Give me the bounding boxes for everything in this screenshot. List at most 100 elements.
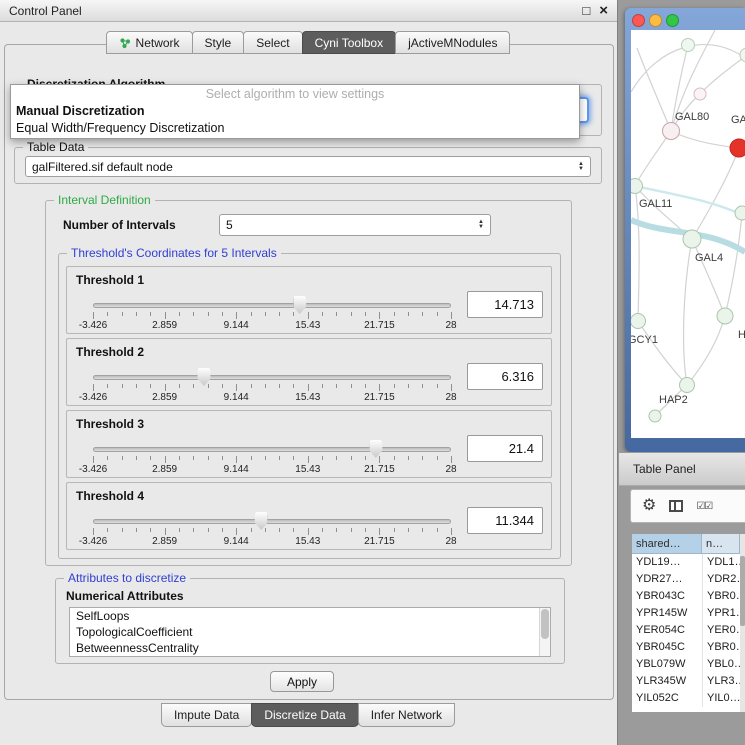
threshold-slider[interactable]: -3.4262.8599.14415.4321.71528 <box>93 483 451 551</box>
threshold-slider[interactable]: -3.4262.8599.14415.4321.71528 <box>93 339 451 407</box>
cell-name: YDL1… <box>702 554 740 571</box>
tick-mark <box>165 312 166 319</box>
attribute-list-item[interactable]: TopologicalCoefficient <box>70 624 550 640</box>
threshold-panel-threshold-4: Threshold 4-3.4262.8599.14415.4321.71528… <box>66 482 552 550</box>
slider-ticks <box>93 384 451 392</box>
row-select-icon[interactable]: ☑☑ <box>696 501 712 512</box>
dropdown-item-select-algorithm-to-view-setti[interactable]: Select algorithm to view settings <box>11 86 579 103</box>
table-row[interactable]: YBL079WYBL0… <box>632 656 745 673</box>
network-node-gcy1[interactable] <box>631 314 646 329</box>
number-of-intervals-combobox[interactable]: 5 ▲▼ <box>219 214 491 236</box>
list-scrollbar-thumb[interactable] <box>541 609 549 639</box>
axis-label: -3.426 <box>79 392 107 403</box>
dropdown-item-equal-width-frequency-discreti[interactable]: Equal Width/Frequency Discretization <box>11 120 579 137</box>
dropdown-item-manual-discretization[interactable]: Manual Discretization <box>11 103 579 120</box>
table-row[interactable]: YDR27…YDR2… <box>632 571 745 588</box>
settings-gear-icon[interactable]: ⚙ <box>642 498 656 514</box>
tick-mark <box>451 528 452 535</box>
close-window-icon[interactable]: × <box>599 4 608 18</box>
tick-mark <box>265 384 266 388</box>
tick-mark <box>408 456 409 460</box>
network-node-hap2[interactable] <box>680 378 695 393</box>
threshold-panel-threshold-3: Threshold 3-3.4262.8599.14415.4321.71528… <box>66 410 552 478</box>
tick-mark <box>122 528 123 532</box>
numerical-attributes-list[interactable]: SelfLoopsTopologicalCoefficientBetweenne… <box>69 607 551 657</box>
threshold-value-field[interactable]: 21.4 <box>467 435 543 462</box>
network-node[interactable] <box>735 206 745 220</box>
network-node-label: H <box>738 329 745 341</box>
control-panel-window: Control Panel □ × NetworkStyleSelectCyni… <box>0 0 618 745</box>
table-row[interactable]: YBR043CYBR0… <box>632 588 745 605</box>
threshold-panels: Threshold 1-3.4262.8599.14415.4321.71528… <box>66 266 552 554</box>
network-node-label: GAL11 <box>639 198 672 210</box>
network-node-gal80[interactable] <box>663 123 680 140</box>
threshold-slider[interactable]: -3.4262.8599.14415.4321.71528 <box>93 411 451 479</box>
tab-jactivemnodules[interactable]: jActiveMNodules <box>395 31 510 54</box>
network-edge <box>692 148 739 239</box>
column-visibility-icon[interactable] <box>669 500 683 512</box>
tick-mark <box>279 456 280 460</box>
table-row[interactable]: YBR045CYBR0… <box>632 639 745 656</box>
tab-discretize-data[interactable]: Discretize Data <box>251 703 358 727</box>
tick-mark <box>93 456 94 463</box>
number-of-intervals-value: 5 <box>226 218 474 232</box>
apply-button[interactable]: Apply <box>270 671 334 692</box>
mac-zoom-button[interactable] <box>666 14 679 27</box>
tab-cyni-toolbox[interactable]: Cyni Toolbox <box>302 31 396 54</box>
tab-network[interactable]: Network <box>106 31 193 54</box>
tick-mark <box>165 384 166 391</box>
window-title: Control Panel <box>9 4 82 18</box>
table-scrollbar-thumb[interactable] <box>740 556 745 626</box>
slider-track <box>93 375 451 380</box>
tick-mark <box>351 456 352 460</box>
cell-shared-name: YBR043C <box>632 588 702 605</box>
tick-mark <box>336 312 337 316</box>
axis-label: 9.144 <box>224 464 249 475</box>
network-node-h[interactable] <box>717 308 733 324</box>
attributes-group-title: Attributes to discretize <box>64 571 190 585</box>
interval-definition-group-title: Interval Definition <box>54 193 155 207</box>
tick-mark <box>322 456 323 460</box>
cell-shared-name: YDL19… <box>632 554 702 571</box>
network-node[interactable] <box>682 39 695 52</box>
tick-mark <box>394 384 395 388</box>
interval-definition-group: Interval Definition Number of Intervals … <box>45 200 572 566</box>
float-window-icon[interactable]: □ <box>582 3 590 18</box>
column-header-name[interactable]: n… <box>702 534 740 554</box>
mac-minimize-button[interactable] <box>649 14 662 27</box>
table-row[interactable]: YER054CYER0… <box>632 622 745 639</box>
axis-label: 15.43 <box>295 392 320 403</box>
tick-mark <box>193 456 194 460</box>
threshold-value-field[interactable]: 14.713 <box>467 291 543 318</box>
network-node-gal4[interactable] <box>683 230 701 248</box>
attribute-list-item[interactable]: BetweennessCentrality <box>70 640 550 656</box>
mac-close-button[interactable] <box>632 14 645 27</box>
network-node-gal11[interactable] <box>631 179 643 194</box>
tick-mark <box>107 312 108 316</box>
threshold-value-field[interactable]: 11.344 <box>467 507 543 534</box>
network-node[interactable] <box>694 88 706 100</box>
table-row[interactable]: YDL19…YDL1… <box>632 554 745 571</box>
network-node[interactable] <box>649 410 661 422</box>
tab-impute-data[interactable]: Impute Data <box>161 703 252 727</box>
tick-mark <box>379 528 380 535</box>
tab-infer-network[interactable]: Infer Network <box>358 703 455 727</box>
tab-style[interactable]: Style <box>192 31 245 54</box>
network-node-ga[interactable] <box>730 139 745 157</box>
table-row[interactable]: YIL052CYIL0… <box>632 690 745 707</box>
table-data-combobox[interactable]: galFiltered.sif default node ▲▼ <box>25 156 591 177</box>
list-scrollbar[interactable] <box>539 608 550 656</box>
threshold-slider[interactable]: -3.4262.8599.14415.4321.71528 <box>93 267 451 335</box>
table-scrollbar[interactable] <box>740 534 745 712</box>
column-header-shared-name[interactable]: shared… <box>632 534 702 554</box>
table-row[interactable]: YPR145WYPR1… <box>632 605 745 622</box>
tick-mark <box>437 528 438 532</box>
network-canvas[interactable]: GAL80GAGAL11GAL4GCY1HHAP2 <box>631 30 745 438</box>
table-row[interactable]: YLR345WYLR3… <box>632 673 745 690</box>
threshold-value-field[interactable]: 6.316 <box>467 363 543 390</box>
cell-name: YLR3… <box>702 673 740 690</box>
network-edge <box>671 131 739 148</box>
attribute-list-item[interactable]: SelfLoops <box>70 608 550 624</box>
tab-select[interactable]: Select <box>243 31 302 54</box>
network-edge <box>635 131 671 186</box>
